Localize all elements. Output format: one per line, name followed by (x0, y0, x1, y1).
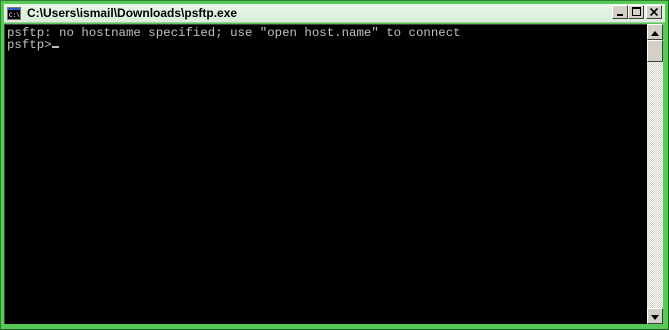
console-prompt: psftp> (7, 38, 52, 52)
scroll-down-button[interactable] (647, 308, 663, 324)
maximize-button[interactable] (628, 5, 644, 19)
text-cursor (51, 46, 59, 48)
arrow-up-icon (651, 23, 659, 41)
console-output[interactable]: psftp: no hostname specified; use "open … (4, 24, 647, 324)
console-text: psftp: no hostname specified; use "open … (5, 25, 647, 51)
console-window: C:\ C:\Users\ismail\Downloads\psftp.exe (0, 0, 669, 330)
minimize-button[interactable] (612, 5, 628, 19)
close-icon (649, 3, 659, 21)
scroll-track[interactable] (647, 40, 663, 308)
maximize-icon (631, 3, 641, 21)
title-bar[interactable]: C:\ C:\Users\ismail\Downloads\psftp.exe (4, 4, 665, 23)
arrow-down-icon (651, 307, 659, 325)
close-button[interactable] (646, 5, 662, 19)
scroll-thumb[interactable] (647, 40, 663, 62)
scroll-up-button[interactable] (647, 24, 663, 40)
vertical-scrollbar[interactable] (647, 24, 663, 324)
console-app-icon[interactable]: C:\ (7, 6, 21, 20)
minimize-icon (616, 3, 624, 21)
svg-text:C:\: C:\ (9, 12, 20, 19)
console-line: psftp: no hostname specified; use "open … (7, 26, 461, 40)
caption-buttons (612, 5, 662, 19)
console-prompt-line: psftp> (5, 39, 647, 51)
window-title: C:\Users\ismail\Downloads\psftp.exe (27, 6, 238, 20)
